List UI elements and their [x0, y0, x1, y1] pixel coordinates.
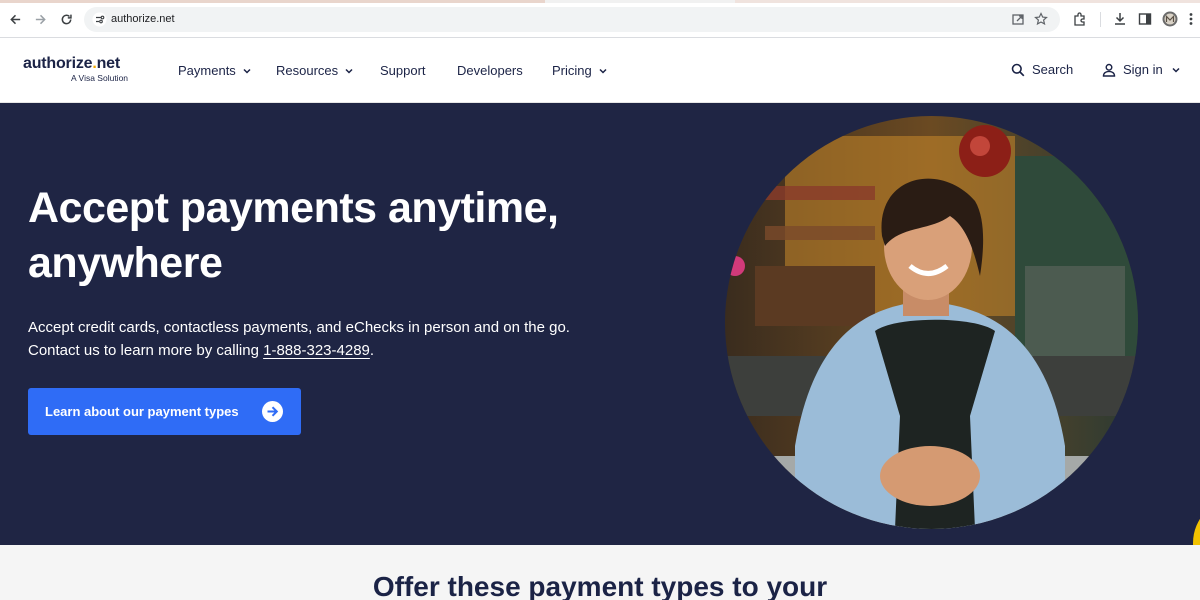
download-icon[interactable]: [1112, 11, 1128, 27]
chevron-down-icon: [1172, 67, 1180, 73]
hero-desc-line2: Contact us to learn more by calling: [28, 342, 264, 359]
back-icon[interactable]: [6, 10, 24, 28]
brand-logo[interactable]: authorize.net A Visa Solution: [23, 55, 128, 83]
search-icon: [1011, 63, 1025, 76]
logo-tld: net: [96, 55, 121, 72]
more-menu-icon[interactable]: [1188, 11, 1196, 27]
nav-label: Payments: [178, 63, 236, 78]
forward-icon[interactable]: [31, 10, 49, 28]
nav-label: Pricing: [552, 63, 592, 78]
signin-label: Sign in: [1123, 62, 1163, 77]
nav-label: Resources: [276, 63, 339, 78]
nav-item-developers[interactable]: Developers: [457, 63, 523, 78]
decorative-accent: [1193, 518, 1200, 545]
nav-label: Developers: [457, 63, 523, 78]
site-header: authorize.net A Visa Solution Payments R…: [0, 39, 1200, 103]
section-heading: Offer these payment types to your: [372, 571, 828, 600]
nav-item-pricing[interactable]: Pricing: [552, 63, 607, 78]
site-info-icon[interactable]: [92, 12, 107, 27]
search-button[interactable]: Search: [1011, 62, 1073, 77]
search-label: Search: [1032, 62, 1074, 77]
nav-label: Support: [380, 63, 426, 78]
profile-avatar[interactable]: [1162, 11, 1178, 27]
signin-button[interactable]: Sign in: [1102, 62, 1187, 77]
share-icon[interactable]: [1011, 12, 1026, 27]
bookmark-star-icon[interactable]: [1034, 12, 1049, 27]
nav-item-support[interactable]: Support: [380, 63, 426, 78]
logo-text: authorize: [23, 55, 93, 72]
phone-link[interactable]: 1-888-323-4289: [263, 342, 370, 359]
chevron-down-icon: [599, 68, 607, 74]
hero-desc-line1: Accept credit cards, contactless payment…: [28, 319, 570, 336]
hero-title: Accept payments anytime, anywhere: [28, 184, 559, 287]
payment-types-button[interactable]: Learn about our payment types: [28, 388, 301, 435]
toolbar-divider: [1100, 12, 1101, 27]
hero-photo: [725, 116, 1138, 529]
sidepanel-icon[interactable]: [1137, 11, 1153, 27]
hero-description: Accept credit cards, contactless payment…: [28, 316, 668, 362]
user-icon: [1102, 63, 1116, 77]
hero-section: Accept payments anytime, anywhere Accept…: [0, 103, 1200, 545]
tab-strip: [0, 0, 1200, 3]
arrow-right-circle-icon: [262, 401, 283, 422]
address-bar[interactable]: authorize.net: [84, 7, 1060, 32]
chevron-down-icon: [345, 68, 353, 74]
nav-item-payments[interactable]: Payments: [178, 63, 251, 78]
chevron-down-icon: [243, 68, 251, 74]
reload-icon[interactable]: [57, 10, 75, 28]
logo-subtitle: A Visa Solution: [71, 73, 129, 83]
browser-toolbar: authorize.net: [0, 0, 1200, 38]
nav-item-resources[interactable]: Resources: [276, 63, 353, 78]
extensions-icon[interactable]: [1072, 11, 1088, 27]
payment-types-section: Offer these payment types to your: [0, 545, 1200, 600]
hero-desc-period: .: [369, 342, 375, 359]
cta-label: Learn about our payment types: [45, 404, 239, 419]
url-text[interactable]: authorize.net: [111, 13, 175, 25]
